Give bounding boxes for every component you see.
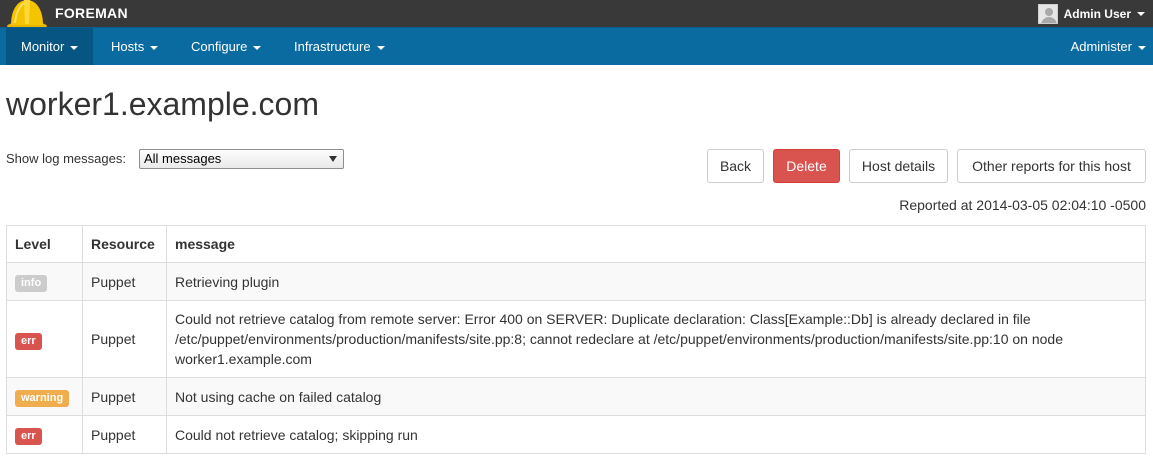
nav-monitor[interactable]: Monitor <box>6 28 94 65</box>
caret-down-icon <box>1138 45 1146 50</box>
log-filter-selected: All messages <box>144 151 222 166</box>
nav-infrastructure-label: Infrastructure <box>294 39 371 54</box>
message-cell: Could not retrieve catalog; skipping run <box>166 415 1146 454</box>
user-name: Admin User <box>1063 7 1131 21</box>
log-filter-select[interactable]: All messages <box>139 149 344 169</box>
message-cell: Retrieving plugin <box>166 262 1146 301</box>
brand-title[interactable]: FOREMAN <box>55 5 128 21</box>
nav-hosts[interactable]: Hosts <box>96 28 173 65</box>
column-header-resource[interactable]: Resource <box>82 225 167 263</box>
dropdown-arrow-icon <box>329 156 337 162</box>
level-badge: err <box>15 428 42 445</box>
resource-cell: Puppet <box>82 300 167 378</box>
caret-down-icon <box>1137 12 1145 16</box>
log-messages-table: Level Resource message info Puppet Retri… <box>6 225 1146 454</box>
nav-configure[interactable]: Configure <box>176 28 276 65</box>
other-reports-button[interactable]: Other reports for this host <box>957 149 1146 183</box>
level-cell: err <box>6 300 83 378</box>
page-title: worker1.example.com <box>6 86 319 122</box>
table-row: err Puppet Could not retrieve catalog; s… <box>6 415 1146 454</box>
table-row: warning Puppet Not using cache on failed… <box>6 377 1146 416</box>
table-header-row: Level Resource message <box>6 225 1146 263</box>
column-header-message[interactable]: message <box>166 225 1146 263</box>
level-badge: info <box>15 275 48 292</box>
level-cell: info <box>6 262 83 301</box>
caret-down-icon <box>253 45 262 50</box>
caret-down-icon <box>150 45 159 50</box>
delete-button[interactable]: Delete <box>773 149 840 183</box>
resource-cell: Puppet <box>82 415 167 454</box>
main-navbar: Monitor Hosts Configure Infrastructure A… <box>0 27 1153 65</box>
nav-administer[interactable]: Administer <box>1056 28 1153 65</box>
nav-administer-label: Administer <box>1070 39 1132 54</box>
level-badge: err <box>15 332 42 350</box>
level-cell: err <box>6 415 83 454</box>
caret-down-icon <box>376 45 385 50</box>
message-cell: Not using cache on failed catalog <box>166 377 1146 416</box>
nav-monitor-label: Monitor <box>21 39 65 54</box>
table-row: err Puppet Could not retrieve catalog fr… <box>6 300 1146 378</box>
level-badge: warning <box>15 390 70 407</box>
table-row: info Puppet Retrieving plugin <box>6 262 1146 301</box>
top-bar: FOREMAN Admin User <box>0 0 1153 30</box>
level-cell: warning <box>6 377 83 416</box>
nav-configure-label: Configure <box>191 39 248 54</box>
caret-down-icon <box>70 45 79 50</box>
nav-infrastructure[interactable]: Infrastructure <box>279 28 400 65</box>
column-header-level[interactable]: Level <box>6 225 83 263</box>
user-avatar-icon <box>1037 4 1058 24</box>
message-cell: Could not retrieve catalog from remote s… <box>166 300 1146 378</box>
back-button[interactable]: Back <box>707 149 764 183</box>
nav-hosts-label: Hosts <box>111 39 145 54</box>
foreman-hardhat-icon[interactable] <box>6 0 48 30</box>
resource-cell: Puppet <box>82 262 167 301</box>
host-details-button[interactable]: Host details <box>849 149 948 183</box>
user-menu[interactable]: Admin User <box>1037 4 1145 24</box>
log-filter-label: Show log messages: <box>6 151 126 166</box>
resource-cell: Puppet <box>82 377 167 416</box>
reported-timestamp: Reported at 2014-03-05 02:04:10 -0500 <box>899 197 1146 213</box>
